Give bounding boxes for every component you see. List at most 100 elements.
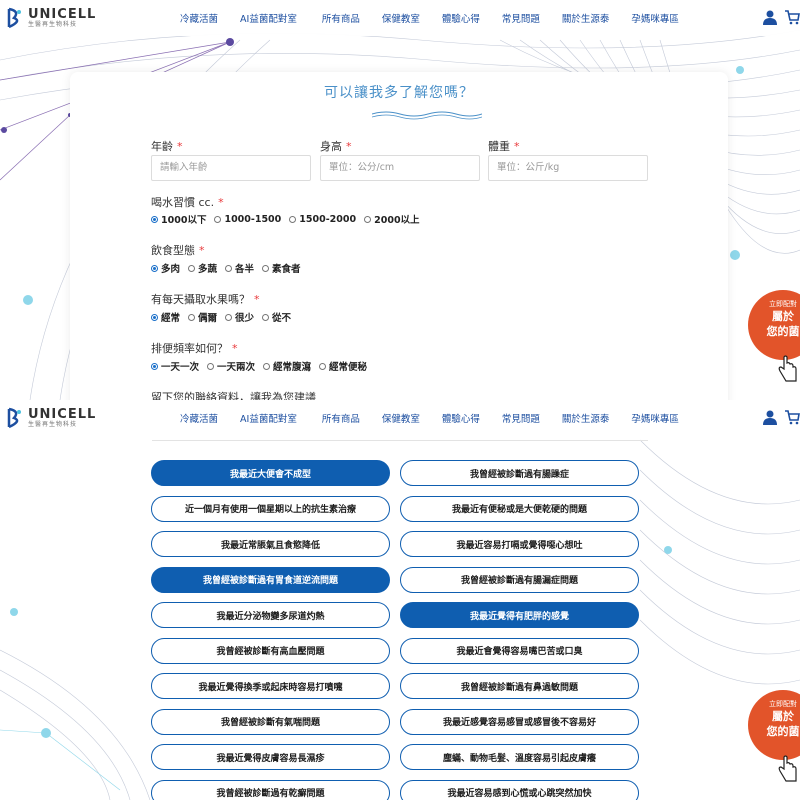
contact-info-label: 留下您的聯絡資料，讓我為您建議	[151, 391, 316, 400]
nav-item[interactable]: AI益菌配對室	[240, 411, 297, 425]
main-nav: 冷藏活菌 AI益菌配對室 所有商品 保健教室 體驗心得 常見問題 關於生源泰 孕…	[180, 11, 679, 25]
nav-item[interactable]: 所有商品	[322, 11, 360, 25]
symptom-option-button[interactable]: 近一個月有使用一個星期以上的抗生素治療	[151, 495, 390, 522]
title-wave-decoration	[372, 111, 482, 120]
symptom-option-button[interactable]: 我最近大便會不成型	[151, 460, 390, 486]
main-nav: 冷藏活菌 AI益菌配對室 所有商品 保健教室 體驗心得 常見問題 關於生源泰 孕…	[180, 411, 679, 425]
diet-option[interactable]: 多蔬	[188, 261, 217, 275]
radio-label: 一天一次	[161, 362, 200, 373]
symptom-option-button[interactable]: 塵蟎、動物毛髮、溫度容易引起皮膚癢	[400, 744, 639, 770]
nav-item[interactable]: 冷藏活菌	[180, 411, 218, 425]
badge-line2: 您的菌	[766, 325, 800, 338]
bowel-option[interactable]: 經常便秘	[319, 359, 367, 373]
logo[interactable]: UNICELL 生醫再生物科技	[6, 7, 96, 29]
symptom-option-button[interactable]: 我最近覺得換季或起床時容易打噴嚏	[151, 673, 390, 699]
fruit-option[interactable]: 很少	[225, 310, 254, 324]
nav-item[interactable]: 體驗心得	[442, 11, 480, 25]
nav-item[interactable]: 關於生源泰	[562, 11, 610, 25]
logo-mark-icon	[7, 7, 21, 29]
logo[interactable]: UNICELL 生醫再生物科技	[6, 407, 96, 429]
divider	[152, 440, 648, 441]
radio-button[interactable]	[151, 362, 158, 370]
nav-item[interactable]: 孕媽咪專區	[631, 411, 679, 425]
symptom-option-button[interactable]: 我曾經被診斷過有胃食道逆流問題	[151, 566, 390, 593]
radio-button[interactable]	[225, 313, 233, 321]
diet-type-label: 飲食型態 *	[151, 244, 205, 257]
age-input[interactable]: 請輸入年齡	[151, 155, 311, 181]
radio-label: 很少	[235, 313, 255, 324]
radio-button[interactable]	[214, 215, 222, 223]
radio-label: 多蔬	[198, 264, 218, 275]
symptom-option-button[interactable]: 我最近容易感到心慌或心跳突然加快	[400, 779, 639, 800]
water-option[interactable]: 1500-2000	[289, 214, 356, 225]
badge-line1: 屬於	[772, 710, 794, 723]
bowel-frequency-label: 排便頻率如何？ *	[151, 342, 238, 355]
symptom-option-button[interactable]: 我最近會覺得容易嘴巴苦或口臭	[400, 637, 639, 664]
height-input[interactable]: 單位：公分/cm	[320, 155, 480, 181]
logo-subtitle: 生醫再生物科技	[28, 420, 78, 428]
nav-item[interactable]: 保健教室	[382, 411, 420, 425]
symptom-option-button[interactable]: 我曾經被診斷過有腸漏症問題	[400, 566, 639, 593]
radio-label: 多肉	[161, 264, 181, 275]
symptom-option-button[interactable]: 我曾經被診斷過有乾癬問題	[151, 779, 390, 800]
radio-button[interactable]	[225, 264, 233, 272]
symptom-option-button[interactable]: 我曾經被診斷有氣喘問題	[151, 708, 390, 735]
diet-option[interactable]: 各半	[225, 261, 254, 275]
radio-label: 從不	[272, 313, 292, 324]
symptom-option-button[interactable]: 我最近分泌物變多尿道灼熱	[151, 602, 390, 628]
cart-icon[interactable]	[784, 409, 800, 425]
nav-item[interactable]: 冷藏活菌	[180, 11, 218, 25]
radio-button[interactable]	[289, 215, 297, 223]
nav-item[interactable]: 體驗心得	[442, 411, 480, 425]
water-option[interactable]: 2000以上	[364, 212, 420, 226]
nav-item[interactable]: 常見問題	[502, 11, 540, 25]
radio-label: 1000以下	[161, 215, 207, 226]
radio-button[interactable]	[151, 264, 158, 272]
radio-button[interactable]	[262, 313, 270, 321]
radio-button[interactable]	[262, 264, 270, 272]
symptom-option-button[interactable]: 我最近覺得有肥胖的感覺	[400, 602, 639, 628]
weight-input[interactable]: 單位：公斤/kg	[488, 155, 648, 181]
nav-item[interactable]: 保健教室	[382, 11, 420, 25]
fruit-option[interactable]: 從不	[262, 310, 291, 324]
fruit-option[interactable]: 偶爾	[188, 310, 217, 324]
radio-button[interactable]	[151, 313, 158, 321]
fruit-intake-options: 經常 偶爾 很少 從不	[151, 310, 299, 324]
cart-icon[interactable]	[784, 9, 800, 25]
symptom-option-button[interactable]: 我曾經被診斷有高血壓問題	[151, 637, 390, 664]
user-icon[interactable]	[762, 409, 778, 425]
weight-label: 體重 *	[488, 140, 520, 153]
radio-button[interactable]	[151, 215, 158, 223]
nav-item[interactable]: 關於生源泰	[562, 411, 610, 425]
symptom-option-button[interactable]: 我最近容易打嗝或覺得噁心想吐	[400, 531, 639, 557]
water-option[interactable]: 1000-1500	[214, 214, 281, 225]
symptom-option-button[interactable]: 我最近覺得皮膚容易長濕疹	[151, 744, 390, 770]
bowel-option[interactable]: 一天兩次	[207, 359, 255, 373]
radio-button[interactable]	[364, 215, 372, 223]
bowel-option[interactable]: 一天一次	[151, 359, 199, 373]
nav-item[interactable]: 所有商品	[322, 411, 360, 425]
radio-label: 2000以上	[374, 215, 420, 226]
fruit-option[interactable]: 經常	[151, 310, 180, 324]
badge-small-text: 立即配對	[769, 700, 797, 708]
symptom-option-button[interactable]: 我最近常脹氣且食慾降低	[151, 531, 390, 557]
radio-button[interactable]	[188, 264, 196, 272]
pointing-hand-icon	[778, 355, 797, 382]
symptom-option-button[interactable]: 我曾經被診斷過有腸躁症	[400, 460, 639, 486]
nav-item[interactable]: AI益菌配對室	[240, 11, 297, 25]
symptom-option-button[interactable]: 我最近感覺容易感冒或感冒後不容易好	[400, 708, 639, 735]
symptom-option-button[interactable]: 我曾經被診斷過有鼻過敏問題	[400, 673, 639, 699]
nav-item[interactable]: 常見問題	[502, 411, 540, 425]
water-option[interactable]: 1000以下	[151, 212, 206, 226]
nav-item[interactable]: 孕媽咪專區	[631, 11, 679, 25]
radio-button[interactable]	[188, 313, 196, 321]
symptom-option-button[interactable]: 我最近有便秘或是大便乾硬的問題	[400, 495, 639, 522]
user-icon[interactable]	[762, 9, 778, 25]
badge-small-text: 立即配對	[769, 300, 797, 308]
diet-option[interactable]: 多肉	[151, 261, 180, 275]
bowel-option[interactable]: 經常腹瀉	[263, 359, 311, 373]
radio-button[interactable]	[263, 362, 271, 370]
radio-button[interactable]	[207, 362, 215, 370]
diet-option[interactable]: 素食者	[262, 261, 301, 275]
radio-button[interactable]	[319, 362, 327, 370]
